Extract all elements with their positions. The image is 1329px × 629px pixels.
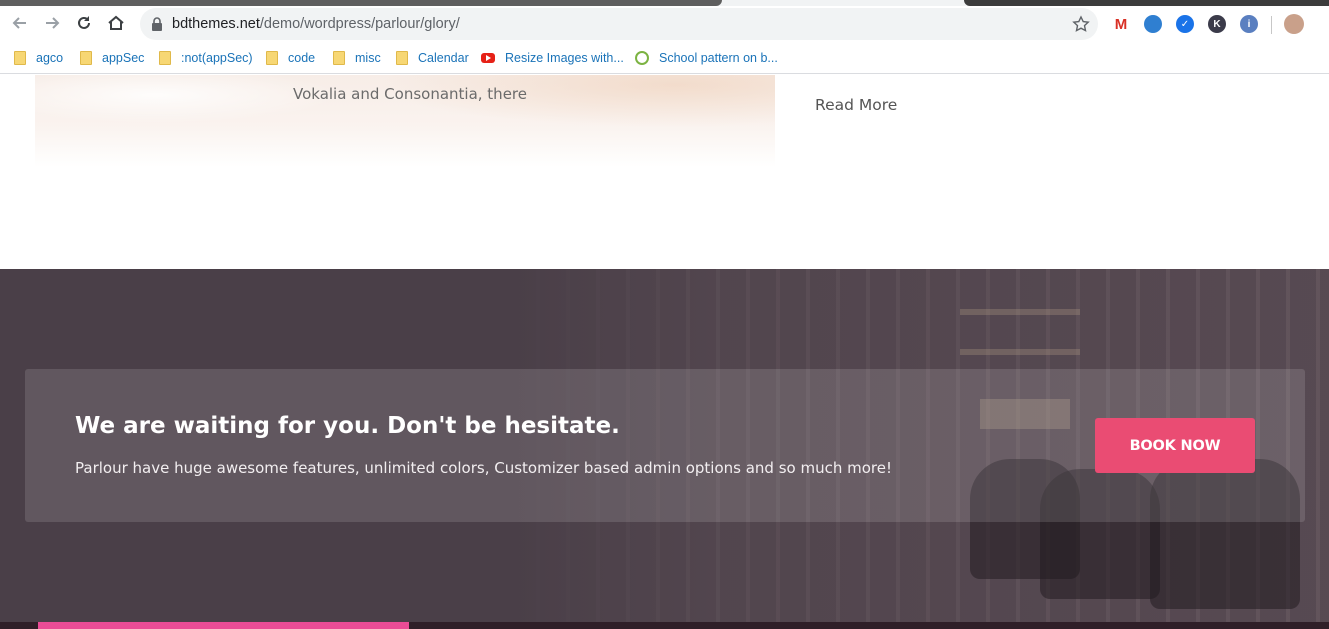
bookmarks-bar: agco appSec :not(appSec) code misc Calen…	[0, 42, 1329, 74]
browser-toolbar: bdthemes.net/demo/wordpress/parlour/glor…	[0, 6, 1329, 42]
youtube-icon	[481, 53, 495, 63]
folder-icon	[333, 51, 345, 65]
bookmark-calendar[interactable]: Calendar	[396, 49, 469, 67]
url-text: bdthemes.net/demo/wordpress/parlour/glor…	[172, 16, 460, 32]
bookmark-misc[interactable]: misc	[333, 49, 381, 67]
folder-icon	[80, 51, 92, 65]
blog-post-image[interactable]: Vokalia and Consonantia, there	[35, 75, 775, 167]
profile-avatar[interactable]	[1284, 14, 1304, 34]
lock-icon	[152, 17, 162, 31]
back-button[interactable]	[5, 8, 35, 38]
section-bottom-bar	[0, 622, 1329, 629]
earth-icon[interactable]	[1144, 15, 1162, 33]
k-extension-icon[interactable]: K	[1208, 15, 1226, 33]
home-button[interactable]	[101, 8, 131, 38]
book-now-button[interactable]: BOOK NOW	[1095, 418, 1255, 473]
check-icon[interactable]: ✓	[1176, 15, 1194, 33]
cta-section: We are waiting for you. Don't be hesitat…	[0, 269, 1329, 629]
gmail-icon[interactable]: M	[1112, 15, 1130, 33]
cta-banner: We are waiting for you. Don't be hesitat…	[25, 369, 1305, 522]
blog-post-caption: Vokalia and Consonantia, there	[293, 85, 527, 103]
bookmark-resize-images[interactable]: Resize Images with...	[481, 49, 624, 67]
cta-subtitle: Parlour have huge awesome features, unli…	[75, 459, 892, 477]
bookmark-not-appsec[interactable]: :not(appSec)	[159, 49, 253, 67]
bookmark-school-pattern[interactable]: School pattern on b...	[635, 49, 778, 67]
bookmark-code[interactable]: code	[266, 49, 315, 67]
read-more-link[interactable]: Read More	[815, 96, 897, 114]
bookmark-appsec[interactable]: appSec	[80, 49, 144, 67]
toolbar-separator	[1271, 16, 1272, 34]
reload-button[interactable]	[69, 8, 99, 38]
reload-icon	[78, 16, 90, 29]
accent-strip	[38, 622, 409, 629]
forward-button[interactable]	[37, 8, 67, 38]
bookmark-agco[interactable]: agco	[14, 49, 63, 67]
web-page: Vokalia and Consonantia, there Read More…	[0, 75, 1329, 629]
folder-icon	[14, 51, 26, 65]
folder-icon	[396, 51, 408, 65]
info-extension-icon[interactable]: i	[1240, 15, 1258, 33]
bookmark-star-icon[interactable]	[1072, 15, 1090, 33]
back-arrow-icon	[12, 17, 26, 29]
forward-arrow-icon	[46, 17, 60, 29]
home-icon	[108, 15, 124, 30]
school-icon	[635, 51, 649, 65]
folder-icon	[159, 51, 171, 65]
cta-title: We are waiting for you. Don't be hesitat…	[75, 413, 620, 439]
address-bar[interactable]: bdthemes.net/demo/wordpress/parlour/glor…	[140, 8, 1098, 40]
folder-icon	[266, 51, 278, 65]
